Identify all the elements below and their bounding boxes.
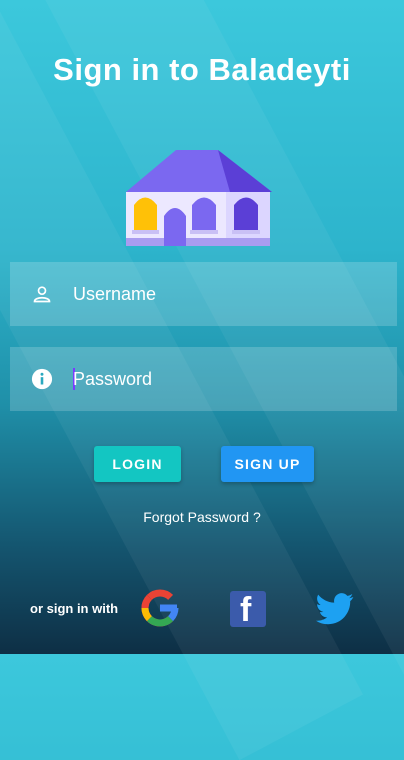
twitter-icon[interactable] (316, 592, 354, 626)
password-input[interactable] (73, 368, 353, 390)
page-title: Sign in to Baladeyti (53, 52, 351, 87)
info-icon (30, 367, 54, 391)
login-button[interactable]: LOGIN (94, 446, 181, 482)
username-input[interactable] (73, 283, 353, 305)
social-sign-in-label: or sign in with (30, 601, 119, 616)
person-icon (30, 282, 54, 306)
password-field[interactable] (10, 347, 397, 411)
username-field[interactable] (10, 262, 397, 326)
house-logo (126, 150, 272, 246)
forgot-password-link[interactable]: Forgot Password ? (0, 509, 404, 525)
google-icon[interactable] (140, 588, 180, 628)
facebook-icon[interactable]: f (230, 591, 266, 629)
signup-button[interactable]: SIGN UP (221, 446, 314, 482)
